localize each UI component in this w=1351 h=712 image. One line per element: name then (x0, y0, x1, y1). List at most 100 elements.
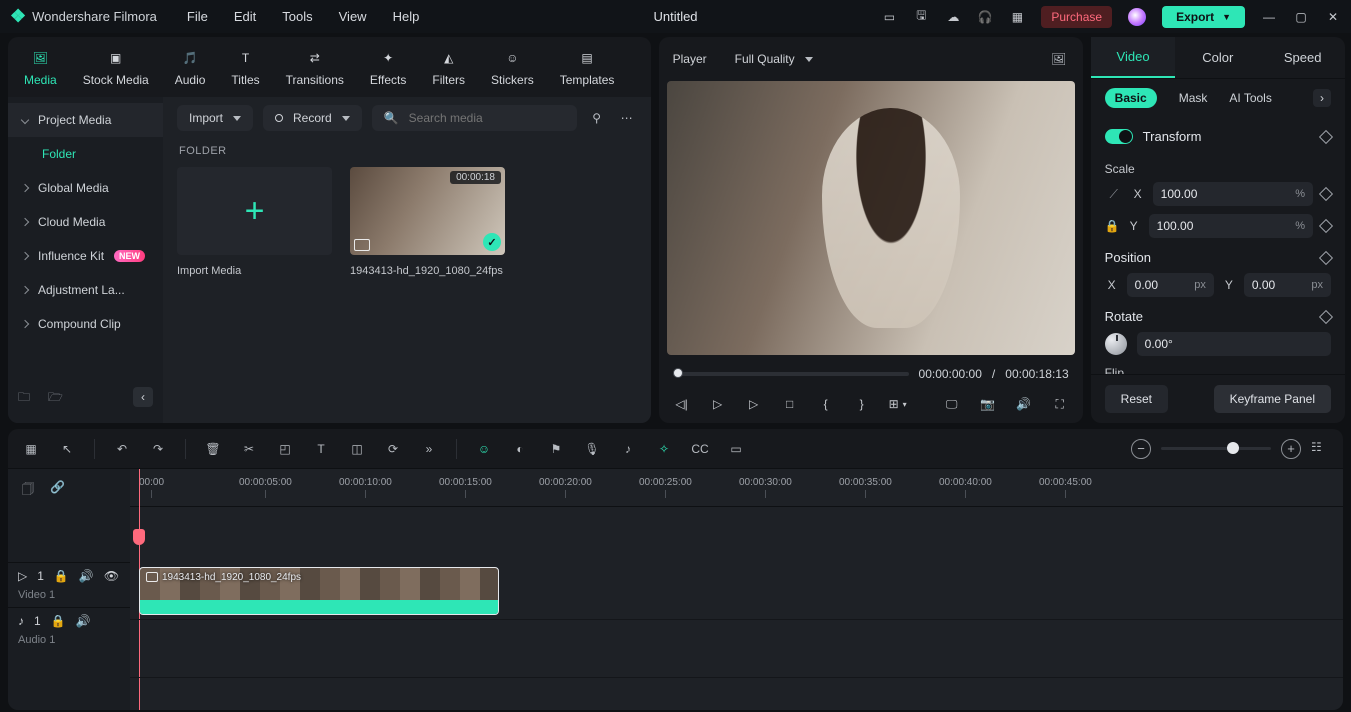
import-dropdown[interactable]: Import (177, 105, 253, 131)
subtab-more-icon[interactable]: › (1313, 89, 1331, 107)
lock-track-icon[interactable]: 🔒 (51, 614, 66, 628)
cursor-icon[interactable]: ↖ (58, 440, 76, 458)
undo-icon[interactable]: ↶ (113, 440, 131, 458)
zoom-in-button[interactable]: + (1281, 439, 1301, 459)
scrubber[interactable] (673, 372, 909, 376)
ai-icon[interactable]: ☺ (475, 440, 493, 458)
mute-icon[interactable]: 🔊 (76, 614, 91, 628)
transform-keyframe-icon[interactable] (1319, 129, 1333, 143)
video-track-header[interactable]: ▷1🔒🔊👁 Video 1 (8, 562, 130, 607)
menu-file[interactable]: File (187, 9, 208, 24)
sidebar-cloud-media[interactable]: Cloud Media (8, 205, 163, 239)
scale-x-input[interactable]: 100.00% (1153, 182, 1313, 206)
avatar[interactable] (1128, 8, 1146, 26)
mark-out-icon[interactable]: } (853, 395, 871, 413)
fullscreen-icon[interactable]: ⛶ (1051, 395, 1069, 413)
sidebar-adjustment-layer[interactable]: Adjustment La... (8, 273, 163, 307)
adjust-icon[interactable]: ◫ (348, 440, 366, 458)
media-import-card[interactable]: + Import Media (177, 167, 332, 277)
player-viewport[interactable] (667, 81, 1075, 355)
more-tools-icon[interactable]: » (420, 440, 438, 458)
tab-templates[interactable]: ▤Templates (560, 47, 615, 87)
frame-icon[interactable]: ▭ (727, 440, 745, 458)
filter-icon[interactable]: ⚲ (587, 108, 607, 128)
sidebar-compound-clip[interactable]: Compound Clip (8, 307, 163, 341)
tab-stickers[interactable]: ☺Stickers (491, 47, 534, 87)
lock-track-icon[interactable]: 🔒 (54, 569, 69, 583)
stack-icon[interactable]: 🗍 (22, 480, 38, 496)
tab-titles[interactable]: TTitles (231, 47, 259, 87)
new-bin-icon[interactable]: 🗁 (48, 388, 66, 406)
inspector-tab-video[interactable]: Video (1091, 37, 1176, 78)
rotate-knob[interactable] (1105, 333, 1127, 355)
sidebar-folder[interactable]: Folder (8, 137, 163, 171)
window-minimize-icon[interactable]: — (1261, 9, 1277, 25)
position-keyframe-icon[interactable] (1319, 250, 1333, 264)
reset-button[interactable]: Reset (1105, 385, 1168, 413)
subtab-mask[interactable]: Mask (1179, 91, 1208, 105)
menu-edit[interactable]: Edit (234, 9, 256, 24)
pos-x-input[interactable]: 0.00px (1127, 273, 1214, 297)
inspector-tab-speed[interactable]: Speed (1260, 37, 1345, 78)
play-icon[interactable]: ▷ (745, 395, 763, 413)
subtab-basic[interactable]: Basic (1105, 88, 1157, 108)
cut-icon[interactable]: ✂ (240, 440, 258, 458)
play-backward-icon[interactable]: ▷ (709, 395, 727, 413)
lock-aspect-icon[interactable]: 🔒 (1105, 219, 1119, 233)
scale-y-input[interactable]: 100.00% (1149, 214, 1313, 238)
window-close-icon[interactable]: ✕ (1325, 9, 1341, 25)
headphones-icon[interactable]: 🎧 (977, 9, 993, 25)
timeline-view-icon[interactable]: ☷ (1311, 440, 1329, 458)
subtab-ai-tools[interactable]: AI Tools (1229, 91, 1271, 105)
mark-in-icon[interactable]: { (817, 395, 835, 413)
crop-icon[interactable]: ◰ (276, 440, 294, 458)
sidebar-influence-kit[interactable]: Influence KitNEW (8, 239, 163, 273)
sidebar-project-media[interactable]: Project Media (8, 103, 163, 137)
autocut-icon[interactable]: ✧ (655, 440, 673, 458)
save-icon[interactable]: 🖫 (913, 9, 929, 25)
snapshot-settings-icon[interactable]: 🖼 (1049, 49, 1069, 69)
redo-icon[interactable]: ↷ (149, 440, 167, 458)
speed-icon[interactable]: ⟳ (384, 440, 402, 458)
tab-stock-media[interactable]: ▣Stock Media (83, 47, 149, 87)
inspector-tab-color[interactable]: Color (1175, 37, 1260, 78)
scale-x-keyframe-icon[interactable] (1319, 187, 1333, 201)
media-clip-card[interactable]: 00:00:18 ✓ 1943413-hd_1920_1080_24fps (350, 167, 505, 277)
text-icon[interactable]: T (312, 440, 330, 458)
apps-icon[interactable]: ▦ (1009, 9, 1025, 25)
layout-icon[interactable]: ▦ (22, 440, 40, 458)
record-dropdown[interactable]: Record (263, 105, 362, 131)
tab-audio[interactable]: 🎵Audio (175, 47, 206, 87)
more-icon[interactable]: ⋯ (617, 108, 637, 128)
keyframe-panel-button[interactable]: Keyframe Panel (1214, 385, 1331, 413)
video-track-row[interactable]: 1943413-hd_1920_1080_24fps (130, 562, 1343, 620)
new-folder-icon[interactable]: 🗀 (18, 388, 36, 406)
tab-media[interactable]: 🖼Media (24, 47, 57, 87)
menu-view[interactable]: View (339, 9, 367, 24)
camera-icon[interactable]: 📷 (979, 395, 997, 413)
stop-icon[interactable]: □ (781, 395, 799, 413)
audio-track-row[interactable] (130, 620, 1343, 678)
volume-icon[interactable]: 🔊 (1015, 395, 1033, 413)
tab-transitions[interactable]: ⇄Transitions (286, 47, 344, 87)
voice-icon[interactable]: 🎙 (583, 440, 601, 458)
cc-icon[interactable]: CC (691, 440, 709, 458)
transform-toggle[interactable] (1105, 129, 1133, 144)
mute-icon[interactable]: 🔊 (79, 569, 94, 583)
cloud-icon[interactable]: ☁ (945, 9, 961, 25)
collapse-sidebar-icon[interactable]: ‹ (133, 387, 153, 407)
rotate-input[interactable]: 0.00° (1137, 332, 1331, 356)
menu-help[interactable]: Help (393, 9, 420, 24)
display-icon[interactable]: 🖵 (943, 395, 961, 413)
color-icon[interactable]: ◐ (511, 440, 529, 458)
search-input-wrap[interactable]: 🔍 (372, 105, 577, 131)
eye-icon[interactable]: 👁 (104, 569, 119, 583)
marker-icon[interactable]: ⚑ (547, 440, 565, 458)
search-input[interactable] (409, 111, 565, 125)
aspect-dropdown[interactable]: ⊞▾ (889, 397, 907, 411)
scale-y-keyframe-icon[interactable] (1319, 219, 1333, 233)
tab-effects[interactable]: ✦Effects (370, 47, 406, 87)
quality-dropdown[interactable]: Full Quality (723, 46, 825, 72)
timeline-canvas[interactable]: 00:0000:00:05:0000:00:10:0000:00:15:0000… (130, 469, 1343, 710)
window-maximize-icon[interactable]: ▢ (1293, 9, 1309, 25)
